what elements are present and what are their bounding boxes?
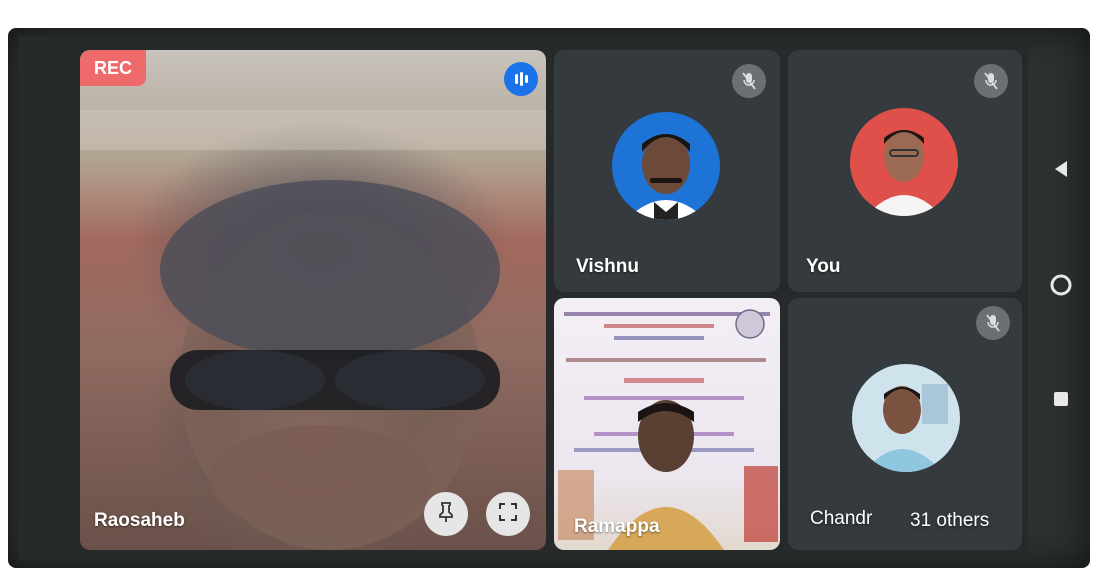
participant-tile-you[interactable]: You bbox=[788, 50, 1022, 292]
fullscreen-button[interactable] bbox=[486, 492, 530, 536]
main-video-tile[interactable]: REC Raosaheb bbox=[80, 50, 546, 550]
avatar bbox=[852, 364, 960, 472]
banner-background bbox=[558, 309, 778, 550]
pin-icon bbox=[437, 501, 455, 528]
participant-tile-others[interactable]: Chandr 31 others bbox=[788, 298, 1022, 550]
participant-name: Ramappa bbox=[574, 516, 660, 537]
participant-video-frame bbox=[80, 110, 546, 550]
avatar bbox=[850, 108, 958, 216]
mic-off-icon bbox=[974, 64, 1008, 98]
participant-name: Chandr bbox=[810, 508, 873, 529]
audio-wave-icon bbox=[504, 62, 538, 96]
system-navigation-bar bbox=[1032, 28, 1090, 568]
participant-name: You bbox=[806, 256, 841, 277]
recents-square-icon[interactable] bbox=[1046, 384, 1076, 414]
fullscreen-icon bbox=[498, 502, 518, 527]
recording-badge: REC bbox=[80, 50, 146, 86]
pin-button[interactable] bbox=[424, 492, 468, 536]
back-triangle-icon[interactable] bbox=[1046, 154, 1076, 184]
meeting-screen: REC Raosaheb Vishnu You Ramappa Chandr 3… bbox=[18, 36, 1028, 560]
participant-tile-ramappa[interactable]: Ramappa bbox=[554, 298, 780, 550]
mic-off-icon bbox=[976, 306, 1010, 340]
home-circle-icon[interactable] bbox=[1046, 270, 1076, 300]
participant-tile-vishnu[interactable]: Vishnu bbox=[554, 50, 780, 292]
others-count: 31 others bbox=[906, 510, 994, 532]
participant-name: Raosaheb bbox=[94, 510, 185, 531]
device-frame: REC Raosaheb Vishnu You Ramappa Chandr 3… bbox=[8, 28, 1090, 568]
participant-name: Vishnu bbox=[576, 256, 639, 277]
mic-off-icon bbox=[732, 64, 766, 98]
avatar bbox=[612, 112, 720, 220]
